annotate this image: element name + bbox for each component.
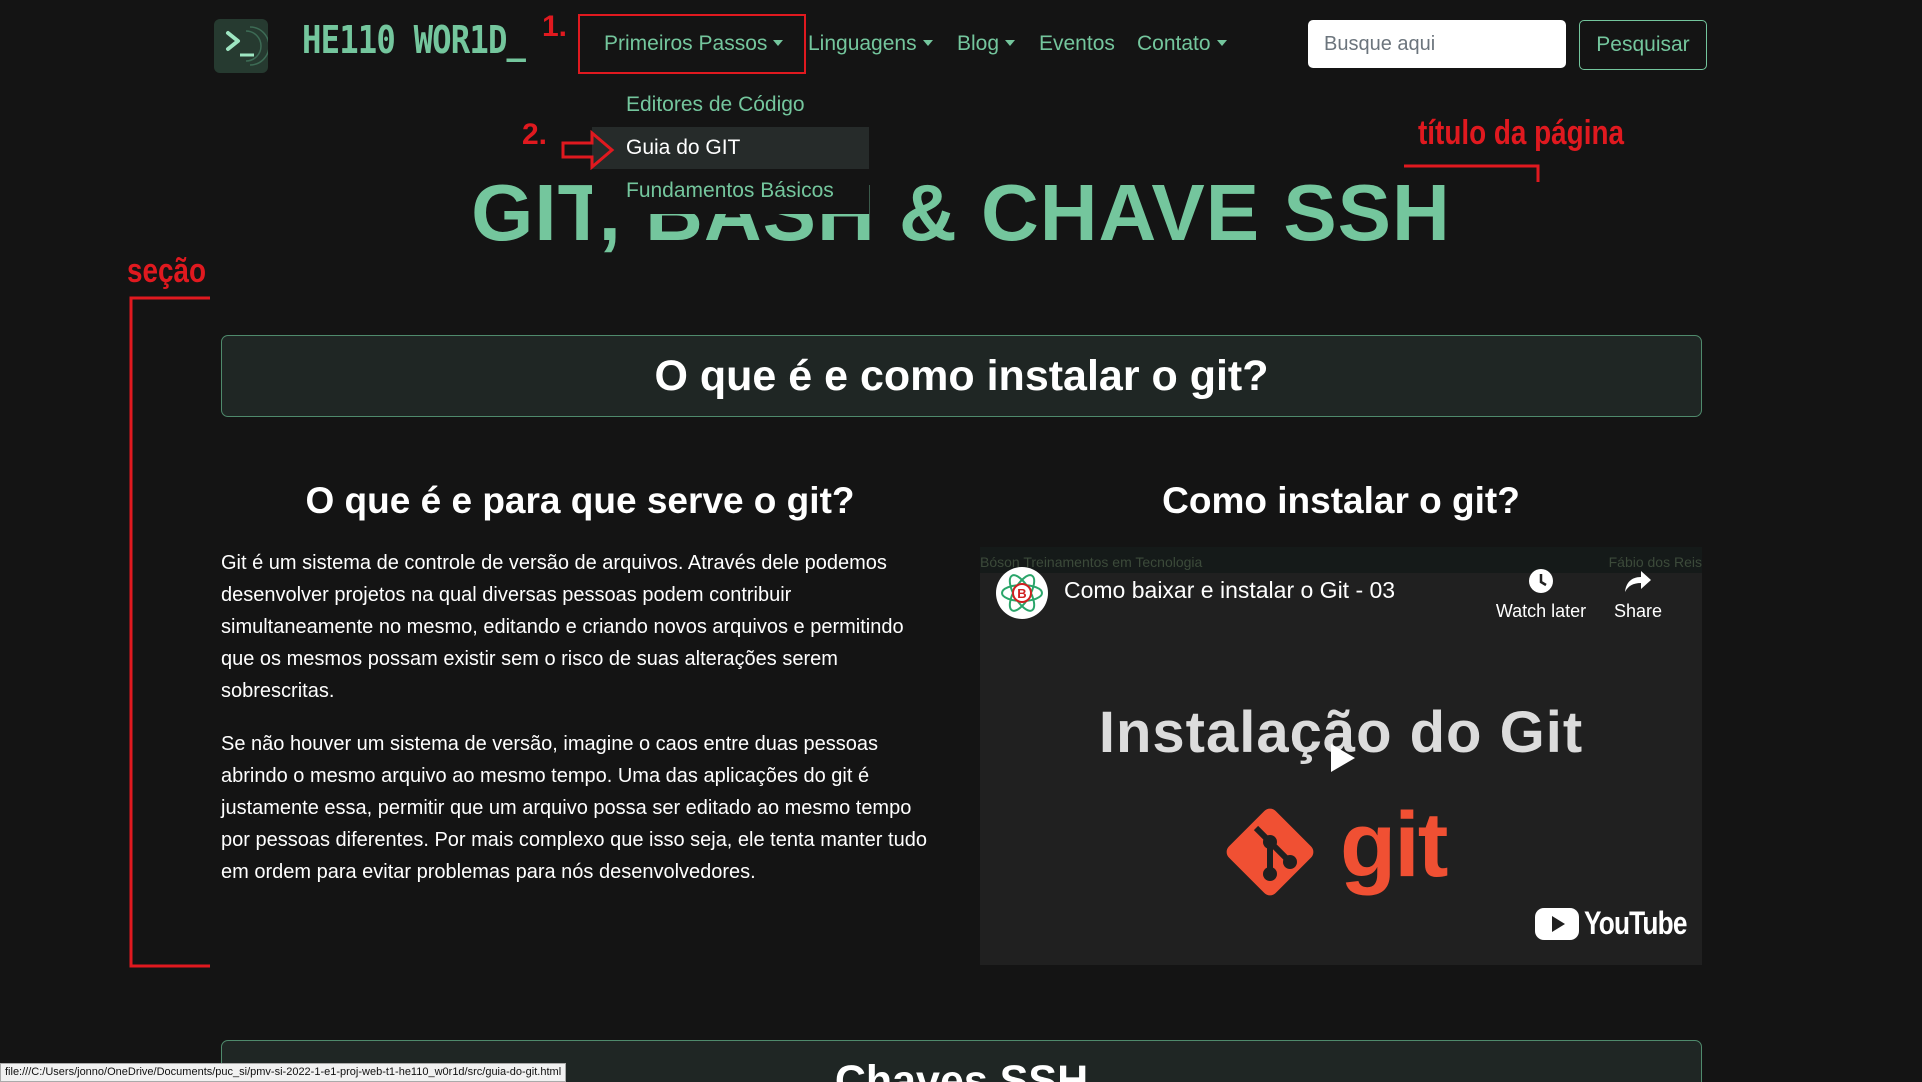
dropdown-item-editores[interactable]: Editores de Código [592, 84, 869, 126]
nav-eventos[interactable]: Eventos [1039, 32, 1115, 56]
git-wordmark: git [1340, 794, 1448, 896]
nav-blog[interactable]: Blog [957, 32, 1016, 56]
svg-text:B: B [1017, 586, 1026, 601]
watch-later-label: Watch later [1495, 601, 1587, 621]
section-header: O que é e como instalar o git? [221, 335, 1702, 417]
status-bar-url: file:///C:/Users/jonno/OneDrive/Document… [0, 1063, 567, 1082]
caret-down-icon [1005, 40, 1016, 46]
page: HE110 WOR1D_ Primeiros Passos Linguagens… [0, 0, 1922, 1082]
share-button[interactable]: Share [1598, 567, 1678, 622]
caret-down-icon [922, 40, 933, 46]
dropdown-item-fundamentos[interactable]: Fundamentos Básicos [592, 170, 869, 212]
brand-name[interactable]: HE110 WOR1D_ [302, 18, 526, 62]
right-column-title: Como instalar o git? [1162, 480, 1520, 521]
nav-contato[interactable]: Contato [1137, 32, 1227, 56]
caret-down-icon [1216, 40, 1227, 46]
share-label: Share [1613, 601, 1663, 621]
git-logo-icon [1226, 808, 1314, 896]
terminal-icon [226, 26, 268, 66]
clock-icon [1529, 569, 1553, 593]
watch-later-button[interactable]: Watch later [1486, 567, 1596, 622]
nav-label: Eventos [1039, 32, 1115, 55]
paragraph: Git é um sistema de controle de versão d… [221, 552, 904, 702]
annotation-bracket [1404, 164, 1540, 182]
annotation-section-bracket [129, 296, 210, 968]
arrow-right-icon [561, 130, 615, 170]
play-icon[interactable] [1325, 740, 1359, 776]
section-header-title: O que é e como instalar o git? [654, 352, 1269, 400]
dropdown-item-guia-git[interactable]: Guia do GIT [592, 127, 869, 169]
nav-label: Contato [1137, 32, 1211, 55]
left-column-title: O que é e para que serve o git? [305, 480, 855, 521]
channel-avatar[interactable]: B [996, 567, 1048, 619]
nav-linguagens[interactable]: Linguagens [808, 32, 933, 56]
annotation-page-title-label: título da página [1418, 114, 1624, 152]
video-title[interactable]: Como baixar e instalar o Git - 03 [1064, 577, 1395, 604]
page-title: GIT, BASH & CHAVE SSH [471, 168, 1451, 257]
annotation-step-1: 1. [542, 10, 568, 43]
share-icon [1625, 571, 1651, 592]
annotation-step-2: 2. [522, 118, 548, 151]
nav-label: Linguagens [808, 32, 917, 55]
annotation-section-label: seção [127, 252, 207, 290]
dropdown-menu: Editores de Código Guia do GIT Fundament… [592, 84, 869, 214]
search-input[interactable] [1308, 20, 1566, 68]
brand-logo[interactable] [214, 19, 268, 73]
video-embed[interactable]: Bóson Treinamentos em Tecnologia Fábio d… [980, 547, 1702, 965]
annotation-highlight-box [578, 14, 806, 74]
paragraph: Se não houver um sistema de versão, imag… [221, 733, 927, 883]
nav-label: Blog [957, 32, 1000, 55]
youtube-wordmark[interactable]: YouTube [1584, 905, 1687, 942]
search-button[interactable]: Pesquisar [1579, 20, 1707, 70]
youtube-logo-icon [1535, 908, 1579, 940]
atom-logo-icon: B [1001, 574, 1043, 612]
